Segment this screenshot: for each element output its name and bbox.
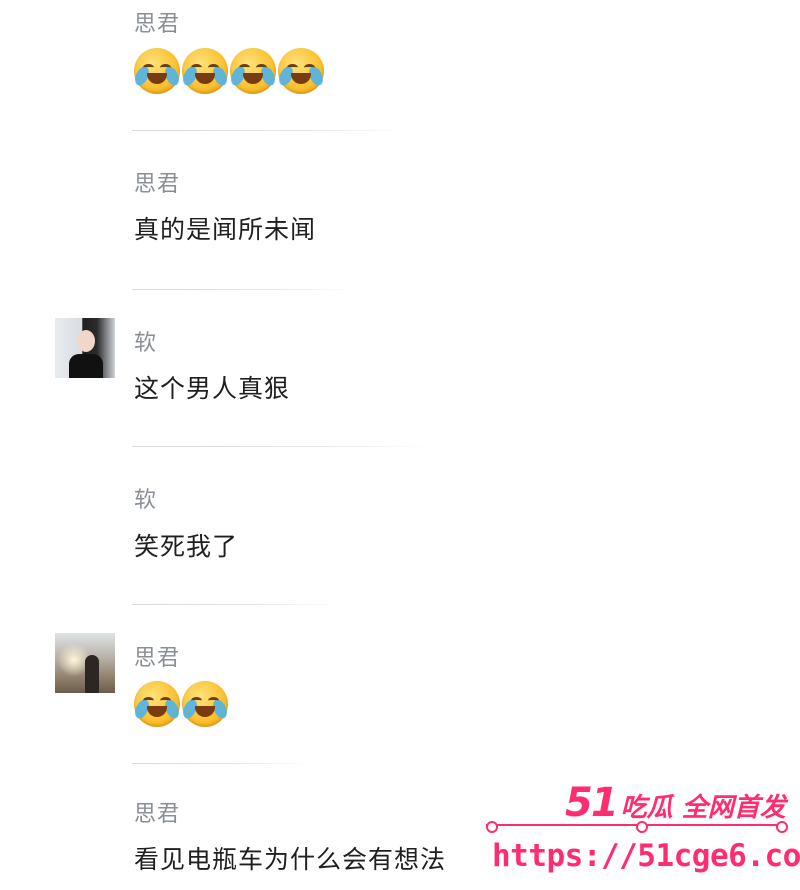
laughing-crying-face-icon: [132, 48, 182, 94]
emoji-row: [132, 681, 230, 727]
watermark-url: https://51cge6.com: [492, 838, 800, 874]
avatar[interactable]: [55, 318, 115, 378]
laughing-crying-face-icon: [228, 48, 278, 94]
commenter-name[interactable]: 软: [134, 325, 157, 357]
watermark-brand: 51 吃瓜 全网首发: [565, 780, 786, 826]
laughing-crying-face-icon: [132, 681, 182, 727]
comment-divider: [132, 446, 432, 447]
comment-text: 看见电瓶车为什么会有想法: [134, 845, 447, 874]
comment-divider: [132, 289, 357, 290]
commenter-name[interactable]: 软: [134, 482, 157, 514]
comment-divider: [132, 604, 342, 605]
comment-text: 真的是闻所未闻: [134, 215, 317, 244]
commenter-name[interactable]: 思君: [134, 6, 180, 38]
watermark-brand-number: 51: [565, 780, 619, 826]
watermark-brand-text: 吃瓜 全网首发: [620, 793, 786, 823]
avatar[interactable]: [55, 633, 115, 693]
watermark-circuit-line: [486, 821, 788, 833]
comment-text: 这个男人真狠: [134, 374, 291, 403]
comment-divider: [132, 763, 312, 764]
laughing-crying-face-icon: [276, 48, 326, 94]
comment-text: 笑死我了: [134, 532, 239, 561]
commenter-name[interactable]: 思君: [134, 796, 180, 828]
laughing-crying-face-icon: [180, 48, 230, 94]
comment-divider: [132, 130, 412, 131]
laughing-crying-face-icon: [180, 681, 230, 727]
emoji-row: [132, 48, 326, 94]
commenter-name[interactable]: 思君: [134, 166, 180, 198]
commenter-name[interactable]: 思君: [134, 640, 180, 672]
site-watermark: 51 吃瓜 全网首发 https://51cge6.com: [480, 772, 800, 890]
